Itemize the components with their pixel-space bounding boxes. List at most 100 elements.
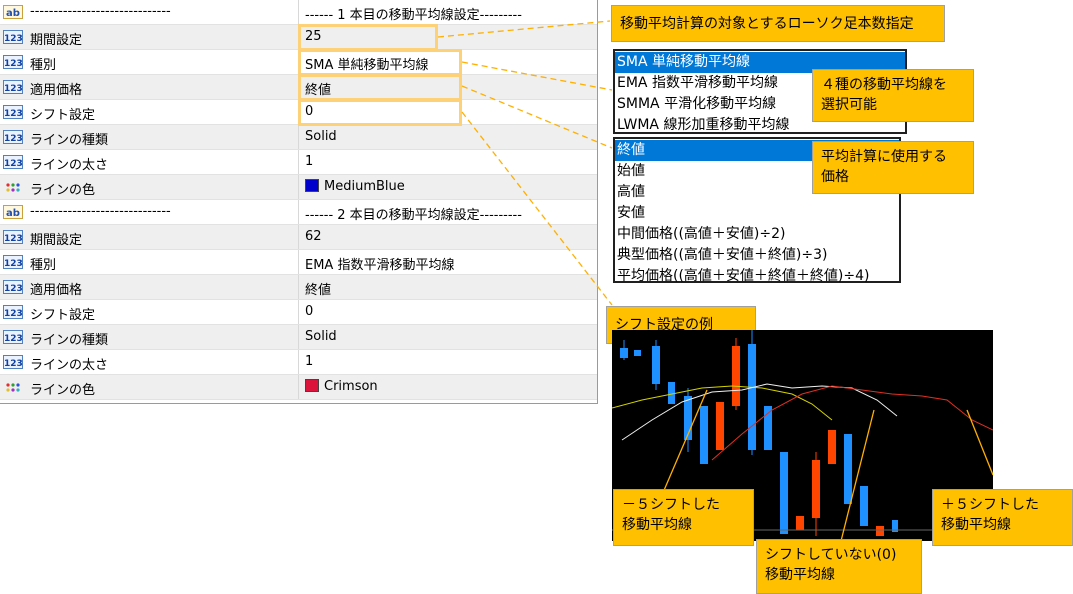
minus-shift-callout: －５シフトした 移動平均線 bbox=[613, 489, 754, 546]
property-row[interactable]: 123 ラインの太さ 1 bbox=[0, 350, 597, 375]
type-value-highlight bbox=[298, 49, 462, 76]
column-divider bbox=[298, 225, 299, 249]
price-callout: 平均計算に使用する 価格 bbox=[812, 141, 974, 194]
property-name: ------------------------------ bbox=[30, 4, 171, 19]
property-value-text: EMA 指数平滑移動平均線 bbox=[305, 258, 455, 273]
svg-text:123: 123 bbox=[4, 159, 23, 169]
property-value[interactable]: 1 bbox=[305, 154, 313, 169]
svg-text:123: 123 bbox=[4, 109, 23, 119]
property-value[interactable]: EMA 指数平滑移動平均線 bbox=[305, 254, 454, 273]
plus-shift-callout: ＋５シフトした 移動平均線 bbox=[932, 489, 1073, 546]
property-name: シフト設定 bbox=[30, 308, 96, 323]
property-value[interactable]: 終値 bbox=[305, 279, 331, 298]
property-row[interactable]: 123 シフト設定 0 bbox=[0, 300, 597, 325]
property-value[interactable]: 62 bbox=[305, 229, 322, 244]
svg-text:123: 123 bbox=[4, 59, 23, 69]
svg-text:123: 123 bbox=[4, 134, 23, 144]
svg-text:ab: ab bbox=[6, 208, 20, 219]
svg-text:ab: ab bbox=[6, 8, 20, 19]
number-type-icon: 123 bbox=[3, 329, 24, 345]
property-name: 期間設定 bbox=[30, 233, 83, 248]
property-value[interactable]: 0 bbox=[305, 304, 313, 319]
ma-type-callout: ４種の移動平均線を 選択可能 bbox=[812, 69, 974, 122]
candle bbox=[716, 402, 724, 450]
no-shift-callout: シフトしていない(0) 移動平均線 bbox=[756, 539, 922, 594]
color-swatch bbox=[305, 379, 319, 392]
candle bbox=[780, 452, 788, 534]
ma-type-callout-text: ４種の移動平均線を 選択可能 bbox=[821, 77, 947, 113]
property-value-text: 0 bbox=[305, 304, 314, 319]
text-type-icon: ab bbox=[3, 204, 24, 220]
property-value-text: ------ 1 本目の移動平均線設定--------- bbox=[305, 8, 522, 23]
property-name: ラインの色 bbox=[30, 183, 96, 198]
price-callout-text: 平均計算に使用する 価格 bbox=[821, 149, 947, 185]
number-type-icon: 123 bbox=[3, 54, 24, 70]
number-type-icon: 123 bbox=[3, 129, 24, 145]
property-value-text: Solid bbox=[305, 129, 337, 144]
property-row[interactable]: ラインの色 Crimson bbox=[0, 375, 597, 400]
property-value[interactable]: Solid bbox=[305, 129, 337, 144]
property-value[interactable]: 1 bbox=[305, 354, 313, 369]
property-row[interactable]: 123 ラインの種類 Solid bbox=[0, 325, 597, 350]
property-name: シフト設定 bbox=[30, 108, 96, 123]
property-name: ラインの太さ bbox=[30, 358, 109, 373]
candle bbox=[634, 350, 641, 356]
color-swatch bbox=[305, 179, 319, 192]
candle bbox=[860, 486, 868, 526]
period-callout: 移動平均計算の対象とするローソク足本数指定 bbox=[611, 5, 945, 42]
number-type-icon: 123 bbox=[3, 79, 24, 95]
svg-text:123: 123 bbox=[4, 259, 23, 269]
svg-text:123: 123 bbox=[4, 309, 23, 319]
number-type-icon: 123 bbox=[3, 279, 24, 295]
number-type-icon: 123 bbox=[3, 29, 24, 45]
property-name: ラインの種類 bbox=[30, 333, 109, 348]
property-value[interactable]: Solid bbox=[305, 329, 337, 344]
property-value[interactable]: Crimson bbox=[305, 379, 378, 394]
property-row[interactable]: ab ------------------------------ ------ 2… bbox=[0, 200, 597, 225]
property-value-text: Solid bbox=[305, 329, 337, 344]
property-name: 適用価格 bbox=[30, 83, 83, 98]
property-row[interactable]: 123 適用価格 終値 bbox=[0, 275, 597, 300]
color-type-icon bbox=[3, 179, 24, 195]
price-option[interactable]: 安値 bbox=[615, 203, 899, 224]
number-type-icon: 123 bbox=[3, 354, 24, 370]
property-row[interactable]: 123 種別 EMA 指数平滑移動平均線 bbox=[0, 250, 597, 275]
property-value[interactable]: ------ 2 本目の移動平均線設定--------- bbox=[305, 204, 522, 223]
candle bbox=[876, 526, 884, 536]
period-value-highlight bbox=[298, 24, 438, 51]
column-divider bbox=[298, 200, 299, 224]
candle bbox=[828, 430, 836, 464]
property-value-text: 終値 bbox=[305, 283, 332, 298]
property-row[interactable]: 123 ラインの種類 Solid bbox=[0, 125, 597, 150]
property-row[interactable]: 123 ラインの太さ 1 bbox=[0, 150, 597, 175]
candle bbox=[668, 382, 675, 404]
svg-text:123: 123 bbox=[4, 84, 23, 94]
property-name: 期間設定 bbox=[30, 33, 83, 48]
svg-text:123: 123 bbox=[4, 34, 23, 44]
plus-shift-callout-text: ＋５シフトした 移動平均線 bbox=[941, 497, 1039, 533]
no-shift-callout-text: シフトしていない(0) 移動平均線 bbox=[765, 547, 897, 583]
svg-text:123: 123 bbox=[4, 234, 23, 244]
property-value[interactable]: MediumBlue bbox=[305, 179, 405, 194]
price-option[interactable]: 典型価格((高値＋安値＋終値)÷3) bbox=[615, 245, 899, 266]
color-type-icon bbox=[3, 379, 24, 395]
property-value[interactable]: ------ 1 本目の移動平均線設定--------- bbox=[305, 4, 522, 23]
price-option[interactable]: 平均価格((高値＋安値＋終値＋終値)÷4) bbox=[615, 266, 899, 287]
svg-text:123: 123 bbox=[4, 284, 23, 294]
property-row[interactable]: ab ------------------------------ ------ 1… bbox=[0, 0, 597, 25]
number-type-icon: 123 bbox=[3, 104, 24, 120]
property-name: 種別 bbox=[30, 58, 57, 73]
price-option[interactable]: 中間価格((高値＋安値)÷2) bbox=[615, 224, 899, 245]
shift-value-highlight bbox=[298, 99, 462, 126]
number-type-icon: 123 bbox=[3, 154, 24, 170]
column-divider bbox=[298, 175, 299, 199]
property-row[interactable]: ラインの色 MediumBlue bbox=[0, 175, 597, 200]
column-divider bbox=[298, 300, 299, 324]
property-name: 適用価格 bbox=[30, 283, 83, 298]
property-value-text: Crimson bbox=[324, 379, 378, 394]
property-row[interactable]: 123 期間設定 62 bbox=[0, 225, 597, 250]
property-value-text: MediumBlue bbox=[324, 179, 405, 194]
property-value-text: 1 bbox=[305, 154, 314, 169]
property-name: ラインの種類 bbox=[30, 133, 109, 148]
property-name: 種別 bbox=[30, 258, 57, 273]
